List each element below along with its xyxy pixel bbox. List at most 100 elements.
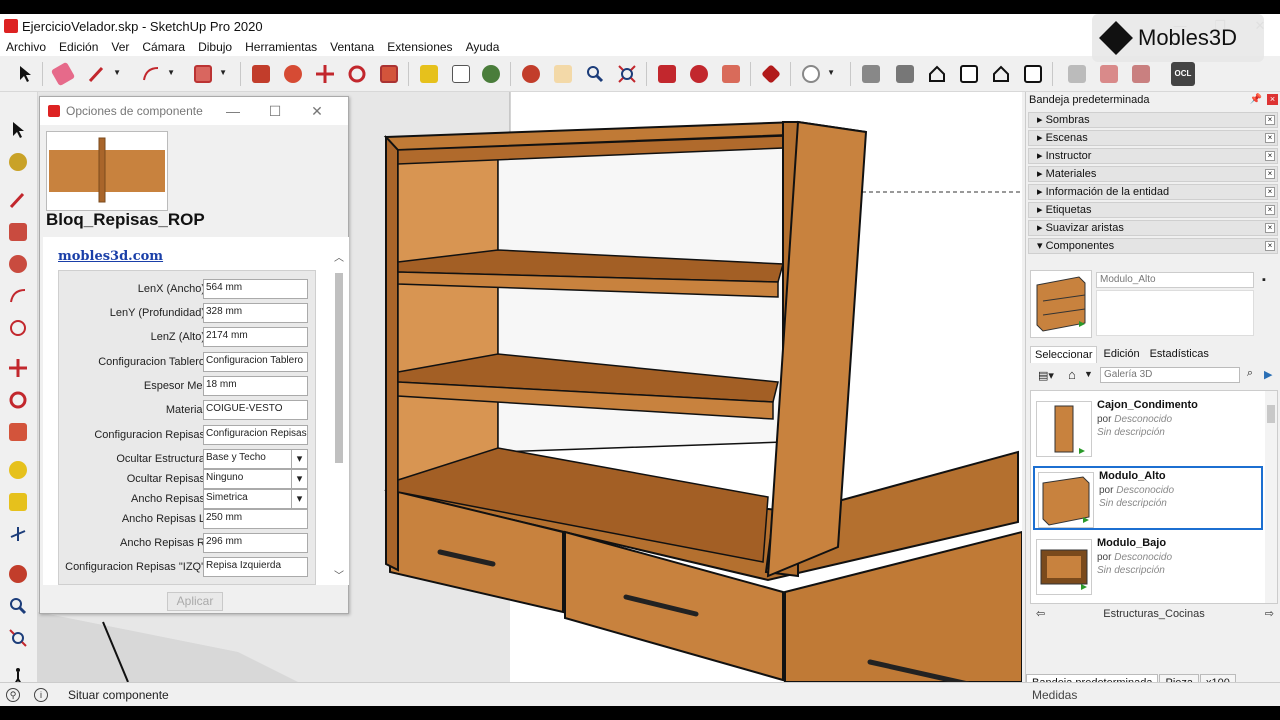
left-rotate-button[interactable] xyxy=(5,387,31,413)
menu-ver[interactable]: Ver xyxy=(111,40,129,54)
left-tape-button[interactable] xyxy=(5,457,31,483)
close-section-icon[interactable]: × xyxy=(1265,133,1275,143)
param-material-input[interactable]: COIGUE-VESTO xyxy=(203,400,308,420)
paint-bucket-button[interactable] xyxy=(478,61,504,87)
close-section-icon[interactable]: × xyxy=(1265,151,1275,161)
view-iso-button[interactable] xyxy=(858,61,884,87)
view-back-button[interactable] xyxy=(988,61,1014,87)
param-ancho-r-input[interactable]: 296 mm xyxy=(203,533,308,553)
arc-tool-button[interactable] xyxy=(138,61,175,87)
rectangle-tool-button[interactable] xyxy=(190,61,227,87)
left-zoom-button[interactable] xyxy=(5,593,31,619)
orbit-tool-button[interactable] xyxy=(518,61,544,87)
view-left-button[interactable] xyxy=(1020,61,1046,87)
forward-arrow-icon[interactable]: ▶ xyxy=(1264,368,1272,381)
param-ocultar-repisas-select[interactable]: Ninguno xyxy=(203,469,308,489)
param-leny-input[interactable]: 328 mm xyxy=(203,303,308,323)
param-ocultar-estructura-select[interactable]: Base y Techo xyxy=(203,449,308,469)
pin-icon[interactable]: 📌 xyxy=(1250,92,1262,108)
text-tool-button[interactable] xyxy=(448,61,474,87)
view-right-button[interactable] xyxy=(956,61,982,87)
left-arc-button[interactable] xyxy=(5,283,31,309)
menu-herramientas[interactable]: Herramientas xyxy=(245,40,317,54)
view-options-icon[interactable]: ▤▾ xyxy=(1038,369,1054,382)
section-materiales[interactable]: ▸ Materiales × xyxy=(1028,166,1278,182)
eraser-tool-button[interactable] xyxy=(50,61,76,87)
close-section-icon[interactable]: × xyxy=(1265,115,1275,125)
tab-edicion[interactable]: Edición xyxy=(1099,346,1143,363)
param-lenz-input[interactable]: 2174 mm xyxy=(203,327,308,347)
tab-estadisticas[interactable]: Estadísticas xyxy=(1146,346,1213,363)
section-suavizar[interactable]: ▸ Suavizar aristas × xyxy=(1028,220,1278,236)
menu-edicion[interactable]: Edición xyxy=(59,40,98,54)
close-section-icon[interactable]: × xyxy=(1265,187,1275,197)
left-arc2-button[interactable] xyxy=(5,315,31,341)
left-circle-button[interactable] xyxy=(5,251,31,277)
geolocation-icon[interactable]: ⚲ xyxy=(6,688,20,702)
dialog-maximize-button[interactable]: ☐ xyxy=(254,97,296,125)
component-description-field[interactable] xyxy=(1096,290,1254,336)
component-name-field[interactable]: Modulo_Alto xyxy=(1096,272,1254,288)
follow-me-button[interactable] xyxy=(280,61,306,87)
account-button[interactable] xyxy=(798,61,835,87)
move-tool-button[interactable] xyxy=(312,61,338,87)
param-ancho-repisas-select[interactable]: Simetrica xyxy=(203,489,308,509)
left-zoom-extents-button[interactable] xyxy=(5,625,31,651)
line-tool-button[interactable] xyxy=(84,61,121,87)
menu-archivo[interactable]: Archivo xyxy=(6,40,46,54)
left-axes-button[interactable] xyxy=(5,521,31,547)
home-icon[interactable]: ⌂ xyxy=(1068,367,1076,382)
scroll-down-icon[interactable]: ﹀ xyxy=(332,567,346,582)
close-section-icon[interactable]: × xyxy=(1265,241,1275,251)
tab-seleccionar[interactable]: Seleccionar xyxy=(1030,346,1098,363)
left-move-button[interactable] xyxy=(5,355,31,381)
component-details-icon[interactable]: ▪ xyxy=(1262,274,1266,286)
extension-tool-button-3[interactable] xyxy=(1128,61,1154,87)
section-componentes[interactable]: ▾ Componentes × xyxy=(1028,238,1278,254)
push-pull-button[interactable] xyxy=(248,61,274,87)
close-section-icon[interactable]: × xyxy=(1265,205,1275,215)
param-config-repisas-input[interactable]: Configuracion Repisas xyxy=(203,425,308,445)
pan-tool-button[interactable] xyxy=(550,61,576,87)
left-select-button[interactable] xyxy=(5,117,31,143)
scrollbar-thumb[interactable] xyxy=(335,273,343,463)
list-item-selected[interactable]: Modulo_Alto por Desconocido Sin descripc… xyxy=(1033,466,1263,530)
ocl-button[interactable]: OCL xyxy=(1170,61,1196,87)
share-model-button[interactable] xyxy=(718,61,744,87)
list-scrollbar[interactable] xyxy=(1265,391,1277,603)
view-top-button[interactable] xyxy=(892,61,918,87)
left-paint-button[interactable] xyxy=(5,149,31,175)
mobles3d-link[interactable]: mobles3d.com xyxy=(58,249,163,264)
section-sombras[interactable]: ▸ Sombras × xyxy=(1028,112,1278,128)
menu-ayuda[interactable]: Ayuda xyxy=(466,40,500,54)
list-item[interactable]: Cajon_Condimento por Desconocido Sin des… xyxy=(1033,397,1263,461)
collection-dropdown-icon[interactable]: ▼ xyxy=(1084,369,1093,379)
close-section-icon[interactable]: × xyxy=(1265,169,1275,179)
search-icon[interactable]: ⌕ xyxy=(1242,367,1258,383)
apply-button[interactable]: Aplicar xyxy=(167,592,223,611)
section-entidad[interactable]: ▸ Información de la entidad × xyxy=(1028,184,1278,200)
tape-measure-button[interactable] xyxy=(416,61,442,87)
forward-arrow-icon[interactable]: ⇨ xyxy=(1265,606,1274,622)
close-section-icon[interactable]: × xyxy=(1265,223,1275,233)
list-item[interactable]: Modulo_Bajo por Desconocido Sin descripc… xyxy=(1033,535,1263,599)
left-line-button[interactable] xyxy=(5,187,31,213)
section-escenas[interactable]: ▸ Escenas × xyxy=(1028,130,1278,146)
dialog-close-button[interactable]: ✕ xyxy=(296,97,338,125)
left-protractor-button[interactable] xyxy=(5,489,31,515)
view-front-button[interactable] xyxy=(924,61,950,87)
param-ancho-l-input[interactable]: 250 mm xyxy=(203,509,308,529)
search-input[interactable]: Galería 3D xyxy=(1100,367,1240,383)
param-espesor-input[interactable]: 18 mm xyxy=(203,376,308,396)
extension-tool-button-1[interactable] xyxy=(1064,61,1090,87)
select-tool-button[interactable] xyxy=(12,61,38,87)
zoom-tool-button[interactable] xyxy=(582,61,608,87)
left-scale-button[interactable] xyxy=(5,419,31,445)
extension-tool-button-2[interactable] xyxy=(1096,61,1122,87)
info-icon[interactable]: i xyxy=(34,688,48,702)
scroll-up-icon[interactable]: ︿ xyxy=(332,249,346,264)
scale-tool-button[interactable] xyxy=(376,61,402,87)
dialog-minimize-button[interactable]: — xyxy=(212,97,254,125)
menu-dibujo[interactable]: Dibujo xyxy=(198,40,232,54)
param-lenx-input[interactable]: 564 mm xyxy=(203,279,308,299)
